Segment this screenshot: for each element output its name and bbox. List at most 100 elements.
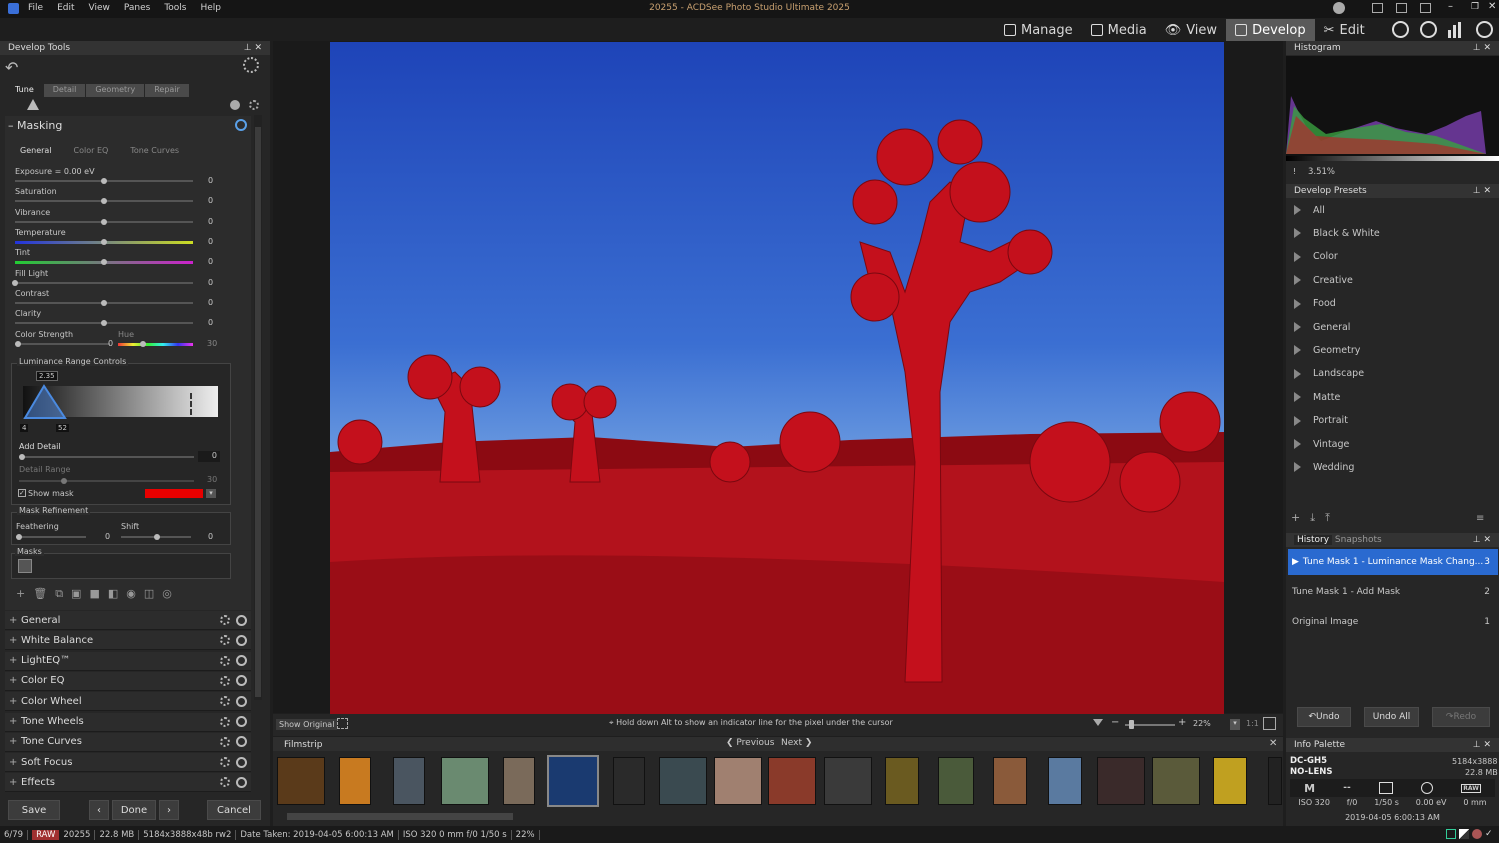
zoom-value[interactable]: 22% bbox=[1193, 719, 1211, 728]
prev-image-button[interactable]: ‹ bbox=[89, 800, 109, 820]
photo-preview[interactable] bbox=[330, 42, 1224, 714]
preset-folder[interactable]: Portrait bbox=[1288, 410, 1498, 432]
previous-button[interactable]: ❮ Previous bbox=[726, 738, 774, 748]
slider-knob[interactable] bbox=[101, 218, 107, 225]
toggle-icon[interactable] bbox=[236, 634, 247, 646]
actual-size-button[interactable]: 1:1 bbox=[1246, 719, 1259, 728]
adjustment-slider[interactable] bbox=[12, 279, 193, 286]
adjustment-slider[interactable] bbox=[15, 198, 193, 205]
toggle-icon[interactable] bbox=[236, 675, 247, 687]
settings-gear-icon[interactable] bbox=[243, 57, 259, 73]
toggle-icon[interactable] bbox=[236, 776, 247, 788]
luminance-marker[interactable] bbox=[190, 393, 192, 415]
status-check-icon[interactable]: ✓ bbox=[1485, 829, 1495, 839]
tool-section[interactable]: + General bbox=[5, 611, 251, 630]
gear-icon[interactable] bbox=[220, 757, 230, 768]
fullscreen-icon[interactable] bbox=[337, 718, 348, 729]
mode-edit[interactable]: ✂ Edit bbox=[1315, 19, 1374, 41]
zoom-slider[interactable] bbox=[1125, 720, 1175, 729]
info-pin-close[interactable]: ⊥ ✕ bbox=[1473, 740, 1491, 750]
subtab-general[interactable]: General bbox=[20, 146, 52, 155]
filmstrip-thumbnail[interactable] bbox=[885, 757, 919, 805]
color-strength-slider[interactable] bbox=[15, 341, 110, 347]
undo-all-button[interactable]: Undo All bbox=[1364, 707, 1419, 727]
tab-repair[interactable]: Repair bbox=[145, 84, 189, 97]
show-mask-checkbox[interactable]: ✓ bbox=[18, 489, 26, 497]
account-icon[interactable] bbox=[1333, 2, 1345, 14]
left-scrollbar[interactable] bbox=[254, 115, 262, 700]
gear-icon[interactable] bbox=[220, 777, 230, 788]
mode-develop[interactable]: Develop bbox=[1226, 19, 1315, 41]
history-item[interactable]: ▶ Tune Mask 1 - Luminance Mask Chang... 3 bbox=[1288, 549, 1498, 575]
pin-close-icons[interactable]: ⊥ ✕ bbox=[244, 43, 262, 53]
cancel-button[interactable]: Cancel bbox=[207, 800, 261, 820]
camera-icon[interactable]: ◫ bbox=[144, 587, 154, 601]
gear-icon[interactable] bbox=[220, 635, 230, 646]
feathering-slider[interactable] bbox=[16, 534, 86, 540]
filmstrip-thumbnail[interactable] bbox=[393, 757, 425, 805]
filmstrip-thumbnail[interactable] bbox=[938, 757, 974, 805]
tool-section[interactable]: + Soft Focus bbox=[5, 753, 251, 773]
copy-mask-icon[interactable]: ⧉ bbox=[55, 587, 63, 601]
masking-header[interactable]: – Masking bbox=[8, 119, 62, 132]
layout-left-icon[interactable] bbox=[1372, 3, 1383, 13]
toggle-icon[interactable] bbox=[236, 756, 247, 768]
adjustment-slider[interactable] bbox=[15, 178, 193, 184]
mask-color-dropdown[interactable]: ▾ bbox=[206, 489, 216, 498]
add-detail-slider[interactable] bbox=[19, 454, 194, 460]
toggle-icon[interactable] bbox=[236, 614, 247, 626]
zoom-in-icon[interactable]: + bbox=[1178, 717, 1186, 728]
preset-folder[interactable]: All bbox=[1288, 199, 1498, 221]
preset-folder[interactable]: Color bbox=[1288, 246, 1498, 268]
gear-icon[interactable] bbox=[220, 696, 230, 707]
slider-knob[interactable] bbox=[101, 178, 107, 184]
filmstrip-thumbnail[interactable] bbox=[714, 757, 762, 805]
filmstrip-thumbnail[interactable] bbox=[613, 757, 645, 805]
histogram-pin-close[interactable]: ⊥ ✕ bbox=[1473, 43, 1491, 53]
filmstrip-thumbnail[interactable] bbox=[1097, 757, 1145, 805]
gear-icon[interactable] bbox=[220, 615, 230, 625]
preset-folder[interactable]: Food bbox=[1288, 293, 1498, 315]
history-item[interactable]: Tune Mask 1 - Add Mask 2 bbox=[1288, 579, 1498, 605]
preset-folder[interactable]: Matte bbox=[1288, 386, 1498, 408]
export-preset-icon[interactable]: ⤒ bbox=[1325, 511, 1330, 525]
zoom-out-icon[interactable]: − bbox=[1111, 717, 1119, 728]
tool-section[interactable]: + Tone Wheels bbox=[5, 712, 251, 732]
filmstrip-thumbnail[interactable] bbox=[547, 755, 599, 807]
masking-toggle-icon[interactable] bbox=[235, 119, 247, 131]
slider-knob[interactable] bbox=[12, 279, 18, 286]
filmstrip-close-icon[interactable]: ✕ bbox=[1269, 738, 1277, 749]
adjustment-slider[interactable] bbox=[15, 320, 193, 327]
filmstrip-thumbnail[interactable] bbox=[277, 757, 325, 805]
add-preset-icon[interactable]: + bbox=[1291, 511, 1300, 525]
tab-tune[interactable]: Tune bbox=[6, 84, 43, 97]
gear-icon[interactable] bbox=[220, 716, 230, 727]
slider-knob[interactable] bbox=[101, 299, 107, 306]
layout-bottom-icon[interactable] bbox=[1396, 3, 1407, 13]
mask-color-swatch[interactable] bbox=[145, 489, 203, 498]
filmstrip-thumbnail[interactable] bbox=[993, 757, 1027, 805]
detail-range-slider[interactable] bbox=[19, 478, 194, 484]
preset-folder[interactable]: Creative bbox=[1288, 269, 1498, 291]
filmstrip-thumbnail[interactable] bbox=[824, 757, 872, 805]
visibility-eye-icon[interactable]: ◉ bbox=[126, 587, 136, 601]
shift-slider[interactable] bbox=[121, 534, 191, 540]
restore-icon[interactable]: ❐ bbox=[1471, 2, 1479, 12]
toggle-icon[interactable] bbox=[236, 736, 247, 748]
status-square-icon[interactable] bbox=[1446, 829, 1456, 839]
tab-history[interactable]: History bbox=[1294, 535, 1333, 545]
preset-folder[interactable]: General bbox=[1288, 316, 1498, 338]
tab-snapshots[interactable]: Snapshots bbox=[1335, 535, 1382, 545]
presets-menu-icon[interactable]: ≡ bbox=[1476, 513, 1484, 524]
tab-detail[interactable]: Detail bbox=[43, 84, 86, 97]
tool-section[interactable]: + LightEQ™ bbox=[5, 651, 251, 671]
status-contrast-icon[interactable] bbox=[1459, 829, 1469, 839]
tool-section[interactable]: + Color EQ bbox=[5, 671, 251, 691]
tool-section[interactable]: + Effects bbox=[5, 773, 251, 793]
adjustment-slider[interactable] bbox=[15, 299, 193, 306]
close-icon[interactable]: ✕ bbox=[1488, 1, 1496, 12]
gear-icon[interactable] bbox=[220, 655, 230, 666]
history-pin-close[interactable]: ⊥ ✕ bbox=[1473, 535, 1491, 545]
mode-view[interactable]: 👁 View bbox=[1156, 19, 1226, 41]
mask-thumbnail[interactable] bbox=[18, 559, 32, 573]
